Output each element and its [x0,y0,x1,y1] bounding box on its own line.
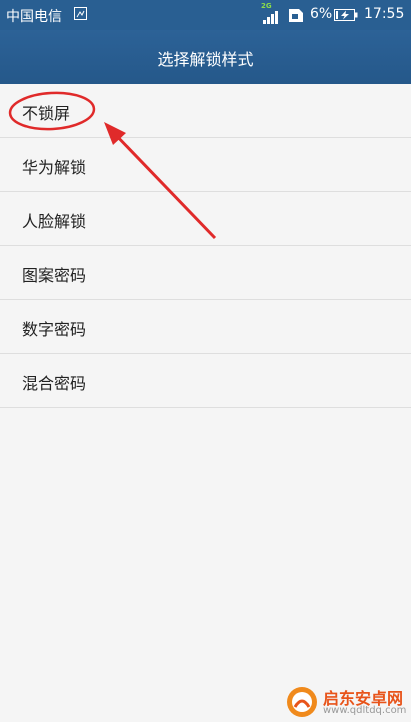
watermark: 启东安卓网 www.qdltdq.com [283,685,407,719]
sim-card-icon [74,7,87,20]
network-type-label: 2G [261,2,272,10]
option-pattern[interactable]: 图案密码 [0,246,411,300]
option-label: 人脸解锁 [22,212,87,231]
option-label: 数字密码 [22,320,87,339]
option-no-lock[interactable]: 不锁屏 [0,84,411,138]
option-label: 图案密码 [22,266,87,285]
option-face-unlock[interactable]: 人脸解锁 [0,192,411,246]
status-bar: 中国电信 2G 6% 17:55 [0,0,411,30]
option-label: 不锁屏 [22,104,71,123]
signal-group: 2G [261,2,283,24]
option-label: 混合密码 [22,374,87,393]
clock: 17:55 [364,6,405,22]
watermark-logo-icon [287,687,317,717]
battery-percentage: 6% [310,6,333,22]
page-title: 选择解锁样式 [157,50,254,69]
unlock-options-list: 不锁屏 华为解锁 人脸解锁 图案密码 数字密码 混合密码 [0,84,411,408]
sim-slot-icon [289,9,303,22]
watermark-url: www.qdltdq.com [323,705,407,716]
title-bar: 选择解锁样式 [0,30,411,84]
option-label: 华为解锁 [22,158,87,177]
battery-charging-icon [334,9,358,21]
carrier-label: 中国电信 [6,9,62,25]
signal-strength-icon [263,11,278,24]
option-huawei-unlock[interactable]: 华为解锁 [0,138,411,192]
option-pin[interactable]: 数字密码 [0,300,411,354]
option-password[interactable]: 混合密码 [0,354,411,408]
